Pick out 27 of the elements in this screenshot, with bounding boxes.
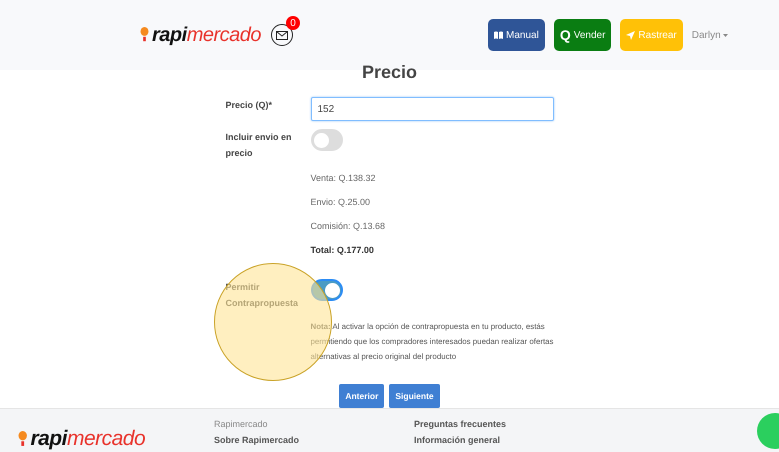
summary-line: Venta: Q.138.32	[310, 173, 377, 183]
mail-icon[interactable]	[276, 30, 288, 40]
footer-heading: Rapimercado	[214, 419, 269, 429]
nav-button[interactable]: Siguiente	[389, 384, 440, 408]
summary-line: Envio: Q.25.00	[310, 197, 372, 207]
manual-button[interactable]: Manual	[488, 19, 545, 51]
summary-line: Total: Q.177.00	[310, 245, 375, 255]
footer-link[interactable]: Preguntas frecuentes	[414, 419, 614, 429]
footer-link[interactable]: Información general	[414, 435, 614, 445]
price-input[interactable]: 152	[310, 97, 554, 121]
vender-button[interactable]: Q Vender	[554, 19, 612, 51]
section-title: Precio	[362, 62, 418, 83]
field-label: Incluir envio en precio	[226, 131, 293, 160]
summary-line: Comisión: Q.13.68	[310, 221, 386, 231]
toggle-switch[interactable]	[310, 279, 342, 301]
footer-link[interactable]: Sobre Rapimercado	[214, 435, 414, 445]
nav-button[interactable]: Anterior	[339, 384, 384, 408]
balloon-icon	[140, 27, 149, 43]
field-label: Precio (Q)*	[226, 99, 274, 112]
logo-text: rapimercado	[30, 427, 146, 451]
caret-icon	[722, 34, 728, 36]
notification-badge: 0	[286, 16, 300, 30]
balloon-icon	[18, 430, 28, 448]
field-label: Permitir Contrapropuesta	[226, 281, 300, 310]
book-icon	[494, 31, 503, 39]
logo-text: rapimercado	[152, 24, 261, 46]
arrow-icon	[626, 30, 636, 40]
